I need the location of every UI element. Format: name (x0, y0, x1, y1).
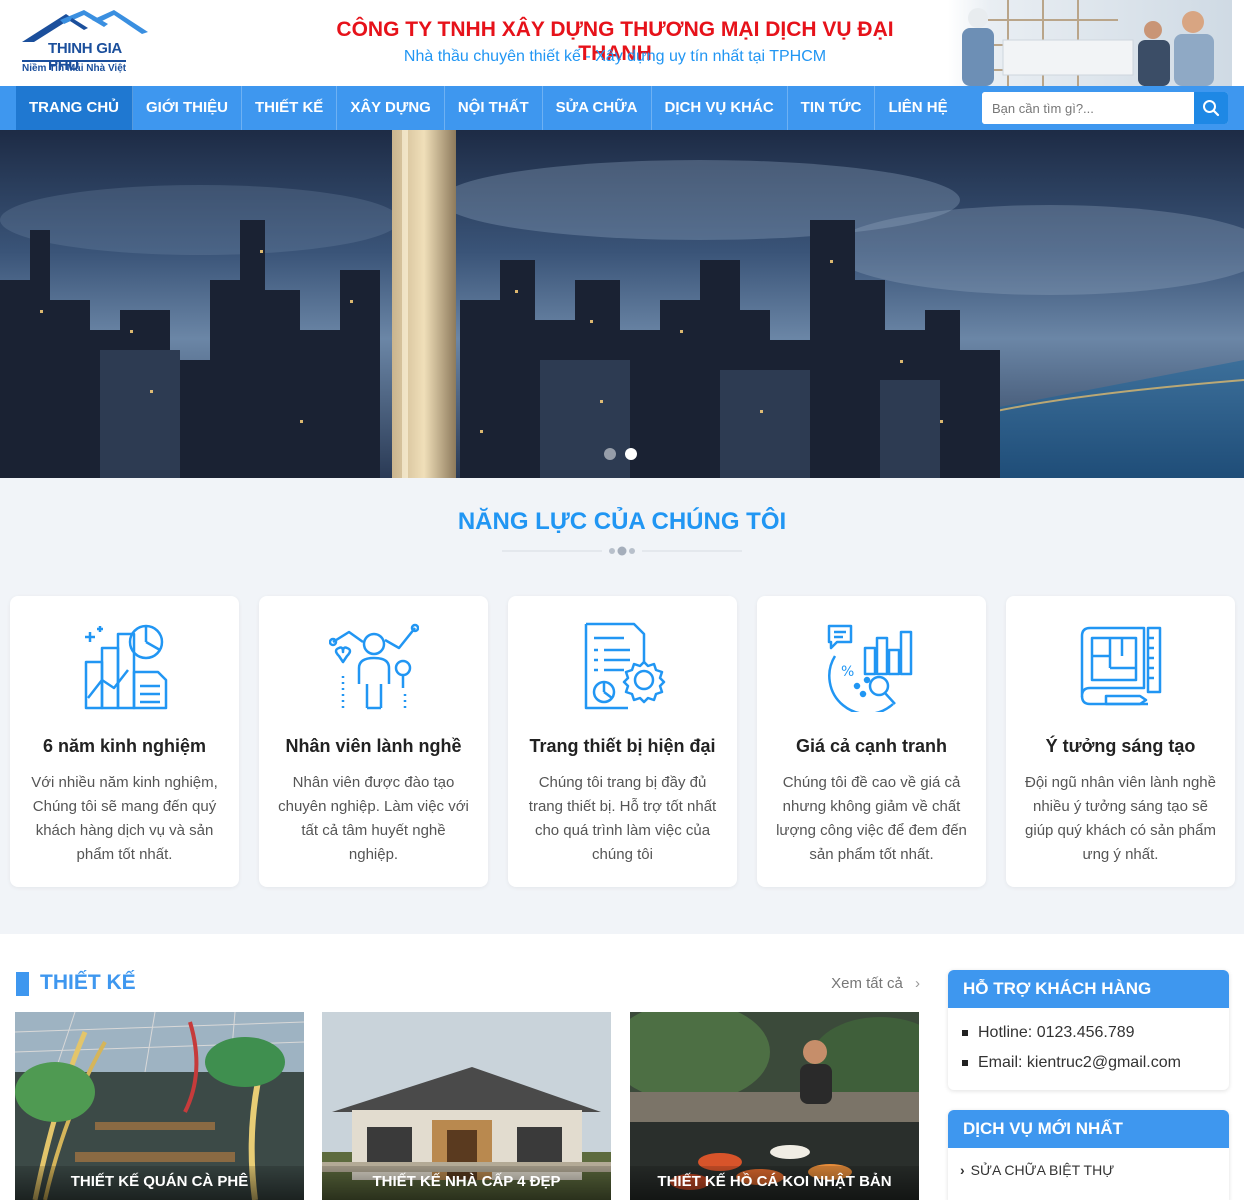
nav-item-interior[interactable]: NỘI THẤT (445, 86, 543, 130)
title-divider (502, 546, 742, 556)
customer-support-box: HỖ TRỢ KHÁCH HÀNG Hotline: 0123.456.789 … (948, 970, 1229, 1090)
tagline: Nhà thầu chuyên thiết kế - Xây dựng uy t… (403, 48, 827, 65)
nav-item-home[interactable]: TRANG CHỦ (16, 86, 133, 130)
card-text: Chúng tôi trang bị đầy đủ trang thiết bị… (528, 774, 717, 863)
card-text: Nhân viên được đào tạo chuyên nghiệp. Là… (278, 774, 469, 863)
nav-item-about[interactable]: GIỚI THIỆU (133, 86, 242, 130)
roof-logo-icon (22, 10, 148, 42)
card-text: Với nhiều năm kinh nghiệm, Chúng tôi sẽ … (31, 774, 218, 863)
skilled-worker-icon (329, 623, 419, 710)
design-card-title: THIẾT KẾ QUÁN CÀ PHÊ (15, 1166, 304, 1200)
nav-item-repair[interactable]: SỬA CHỮA (543, 86, 652, 130)
nav-item-design[interactable]: THIẾT KẾ (242, 86, 338, 130)
latest-services-box: DỊCH VỤ MỚI NHẤT › SỬA CHỮA BIỆT THỰ (948, 1110, 1229, 1200)
search-icon (1203, 100, 1220, 117)
search-button[interactable] (1194, 92, 1228, 124)
site-header: THINH GIA PHU Niềm Tin Mái Nhà Việt CÔNG… (0, 0, 1244, 86)
capability-card: Ý tưởng sáng tạo Đội ngũ nhân viên lành … (1006, 596, 1235, 887)
capability-card: Nhân viên lành nghề Nhân viên được đào t… (259, 596, 488, 887)
design-card-koi[interactable]: THIẾT KẾ HỒ CÁ KOI NHẬT BẢN (630, 1012, 919, 1200)
capability-card: % Giá cả cạnh tranh Chúng tôi đề cao về … (757, 596, 986, 887)
card-title: 6 năm kinh nghiệm (42, 736, 207, 756)
service-label: SỬA CHỮA BIỆT THỰ (970, 1162, 1115, 1178)
capability-card: Trang thiết bị hiện đại Chúng tôi trang … (508, 596, 737, 887)
slider-dots (604, 448, 637, 460)
city-skyline-image (0, 130, 1244, 478)
service-item[interactable]: › SỬA CHỮA BIỆT THỰ (948, 1148, 1229, 1192)
slider-dot-1[interactable] (604, 448, 616, 460)
design-card-cafe[interactable]: THIẾT KẾ QUÁN CÀ PHÊ (15, 1012, 304, 1200)
capability-card: 6 năm kinh nghiệm Với nhiều năm kinh ngh… (10, 596, 239, 887)
design-card-title: THIẾT KẾ NHÀ CẤP 4 ĐẸP (322, 1166, 611, 1200)
services-title: DỊCH VỤ MỚI NHẤT (948, 1110, 1229, 1148)
blueprint-icon (1080, 626, 1162, 706)
card-text: Chúng tôi đề cao về giá cả nhưng không g… (776, 774, 967, 863)
slider-dot-2[interactable] (625, 448, 637, 460)
see-all-label: Xem tất cả (831, 975, 903, 992)
card-title: Trang thiết bị hiện đại (529, 736, 716, 756)
capabilities-section: NĂNG LỰC CỦA CHÚNG TÔI 6 năm kinh nghiệm… (0, 478, 1244, 934)
design-card-title: THIẾT KẾ HỒ CÁ KOI NHẬT BẢN (630, 1166, 919, 1200)
logo[interactable]: THINH GIA PHU Niềm Tin Mái Nhà Việt (22, 10, 152, 74)
card-text: Đội ngũ nhân viên lành nghề nhiều ý tưởn… (1025, 774, 1216, 863)
section-bar (16, 972, 29, 996)
email-text[interactable]: Email: kientruc2@gmail.com (962, 1048, 1229, 1078)
search-input[interactable] (982, 92, 1194, 124)
document-gear-icon (584, 622, 666, 710)
design-card-house[interactable]: THIẾT KẾ NHÀ CẤP 4 ĐẸP (322, 1012, 611, 1200)
chevron-right-icon: › (960, 1162, 965, 1178)
see-all-link[interactable]: Xem tất cả › (831, 975, 920, 992)
logo-slogan: Niềm Tin Mái Nhà Việt (22, 60, 127, 74)
nav-item-contact[interactable]: LIÊN HỆ (875, 86, 960, 130)
card-title: Giá cả cạnh tranh (795, 736, 948, 756)
nav-item-news[interactable]: TIN TỨC (788, 86, 876, 130)
support-title: HỖ TRỢ KHÁCH HÀNG (948, 970, 1229, 1008)
card-title: Ý tưởng sáng tạo (1045, 736, 1196, 756)
design-section-header: THIẾT KẾ Xem tất cả › (16, 970, 920, 998)
hero-banner (0, 130, 1244, 478)
chart-growth-icon (84, 624, 168, 710)
chevron-right-icon: › (915, 975, 920, 992)
nav-item-construction[interactable]: XÂY DỰNG (337, 86, 445, 130)
card-title: Nhân viên lành nghề (285, 736, 462, 756)
header-engineers-image (948, 0, 1232, 86)
capabilities-title: NĂNG LỰC CỦA CHÚNG TÔI (457, 508, 787, 535)
section-title: THIẾT KẾ (40, 971, 136, 994)
svg-text:%: % (841, 664, 854, 680)
price-analysis-icon: % (827, 624, 913, 712)
hotline-text[interactable]: Hotline: 0123.456.789 (962, 1018, 1229, 1048)
search-box (982, 92, 1228, 124)
nav-item-other-services[interactable]: DỊCH VỤ KHÁC (652, 86, 788, 130)
